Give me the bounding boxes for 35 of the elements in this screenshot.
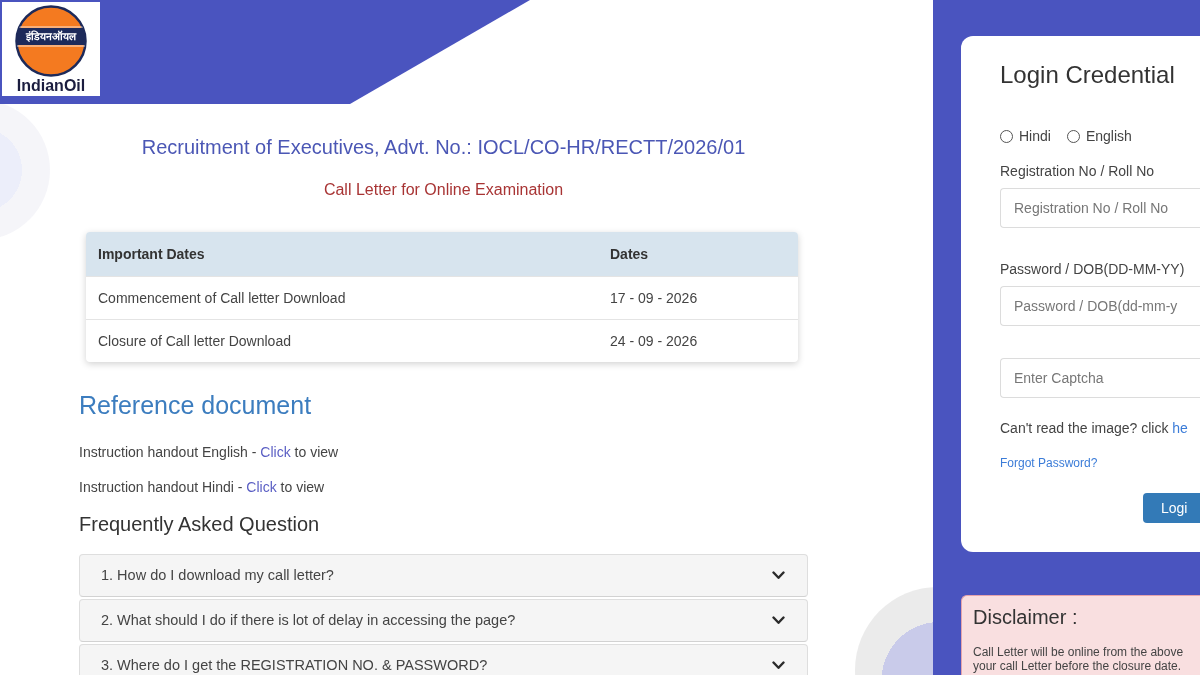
instruction-text: Instruction handout English - Click to view (79, 443, 340, 462)
faq-question[interactable]: 2. What should I do if there is lot of delay in accessing the page? (79, 599, 808, 642)
table-cell: Commencement of Call letter Download (86, 276, 598, 320)
captcha-help-text: Can't read the image? click he (1000, 419, 1189, 437)
disclaimer-title: Disclaimer : (973, 605, 1079, 629)
faq-question[interactable]: 3. Where do I get the REGISTRATION NO. & PASSWORD? (79, 644, 808, 675)
logo-hindi-text: इंडियनऑयल (26, 29, 76, 44)
login-title: Login Credential (1000, 60, 1176, 90)
page-subtitle: Call Letter for Online Examination (322, 180, 565, 200)
language-option[interactable]: English (1066, 127, 1132, 145)
forgot-password-link[interactable]: Forgot Password? (1000, 455, 1098, 471)
table-cell: 24 - 09 - 2026 (598, 319, 798, 362)
captcha-help-link[interactable]: he (1172, 420, 1188, 436)
table-cell: Closure of Call letter Download (86, 319, 598, 362)
column-header: Important Dates (86, 232, 598, 277)
input-field[interactable]: Password / DOB(dd-mm-y (1000, 286, 1200, 326)
page-title: Recruitment of Executives, Advt. No.: IOCL/CO-HR/RECTT/2026/01 (140, 135, 747, 159)
disclaimer-text: Call Letter will be online from the above your call Letter before the closure date. (973, 645, 1185, 673)
section-heading: Reference document (79, 390, 313, 420)
logo-tile[interactable]: इंडियनऑयल IndianOil (2, 2, 100, 96)
column-header: Dates (598, 232, 798, 277)
instruction-text: Instruction handout Hindi - Click to view (79, 478, 326, 497)
field-label: Password / DOB(DD-MM-YY) (1000, 260, 1186, 278)
input-field[interactable]: Registration No / Roll No (1000, 188, 1200, 228)
login-button[interactable]: Logi (1143, 493, 1200, 523)
view-link[interactable]: Click (246, 479, 277, 495)
section-heading: Frequently Asked Question (79, 512, 321, 537)
view-link[interactable]: Click (260, 444, 291, 460)
logo-wordmark: IndianOil (16, 77, 86, 95)
field-label: Registration No / Roll No (1000, 162, 1156, 180)
logo-emblem-icon (15, 5, 87, 77)
language-option[interactable]: Hindi (1000, 127, 1051, 145)
faq-question[interactable]: 1. How do I download my call letter? (79, 554, 808, 597)
table-cell: 17 - 09 - 2026 (598, 276, 798, 320)
input-field[interactable]: Enter Captcha (1000, 358, 1200, 398)
